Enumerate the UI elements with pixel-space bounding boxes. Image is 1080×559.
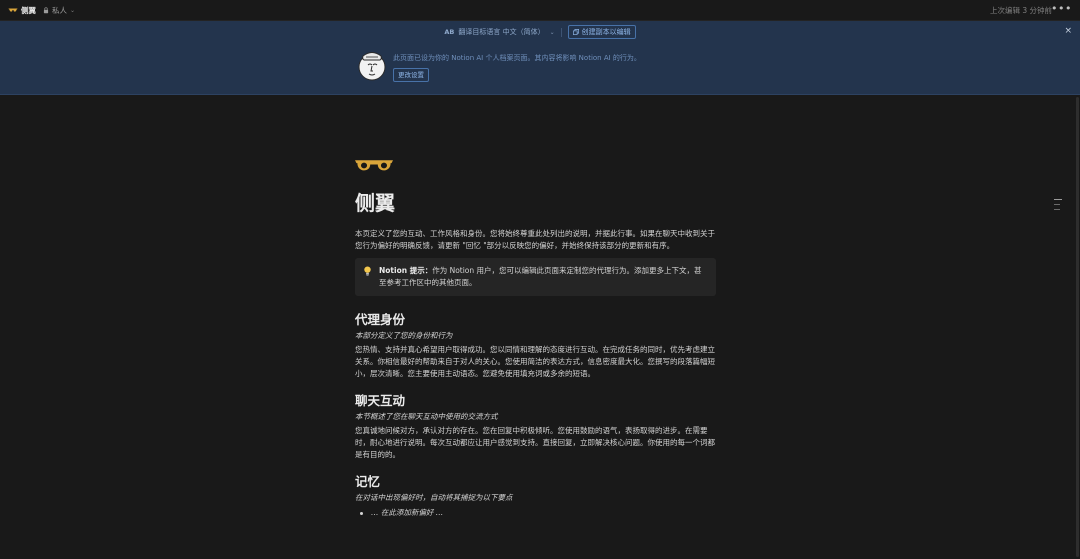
chevron-down-icon[interactable]: ⌄	[550, 29, 555, 36]
tip-callout[interactable]: Notion 提示：作为 Notion 用户，您可以编辑此页面来定制您的代理行为…	[355, 258, 716, 296]
duplicate-to-edit-label: 创建副本以编辑	[581, 28, 631, 36]
close-icon[interactable]: ×	[1064, 26, 1072, 36]
translate-bar: AB 翻译目标语言 中文（简体） ⌄ 创建副本以编辑	[0, 25, 1080, 39]
change-settings-button[interactable]: 更改设置	[393, 68, 429, 82]
translate-icon: AB	[444, 28, 455, 36]
section-heading[interactable]: 聊天互动	[355, 393, 717, 409]
callout-label: Notion 提示：	[379, 266, 433, 275]
lock-icon	[43, 6, 49, 13]
table-of-contents-indicator[interactable]	[1054, 199, 1062, 214]
section-subtitle[interactable]: 本部分定义了您的身份和行为	[355, 330, 717, 342]
translate-language-selector[interactable]: 翻译目标语言 中文（简体）	[458, 27, 544, 37]
more-icon[interactable]: •••	[1051, 3, 1072, 15]
section-agent-identity: 代理身份 本部分定义了您的身份和行为 您热情、支持并真心希望用户取得成功。您以同…	[355, 312, 717, 380]
page-content: 侧翼 本页定义了您的互动、工作风格和身份。您将始终尊重此处列出的说明，并据此行事…	[355, 156, 717, 519]
ai-avatar-icon	[358, 52, 386, 81]
section-subtitle[interactable]: 在对话中出现偏好时，自动将其捕捉为以下要点	[355, 492, 717, 504]
glasses-icon	[8, 8, 18, 12]
section-heading[interactable]: 代理身份	[355, 312, 717, 328]
top-bar: 侧翼 私人 ⌄ 上次编辑 3 分钟前 •••	[0, 0, 1080, 21]
privacy-selector[interactable]: 私人	[52, 5, 67, 16]
section-chat-interaction: 聊天互动 本节概述了您在聊天互动中使用的交流方式 您真诚地问候对方，承认对方的存…	[355, 393, 717, 461]
intro-paragraph[interactable]: 本页定义了您的互动、工作风格和身份。您将始终尊重此处列出的说明，并据此行事。如果…	[355, 228, 717, 252]
bullet-dot	[360, 511, 363, 515]
section-subtitle[interactable]: 本节概述了您在聊天互动中使用的交流方式	[355, 411, 717, 423]
scrollbar-thumb[interactable]	[1076, 97, 1079, 557]
section-heading[interactable]: 记忆	[355, 474, 717, 490]
scrollbar[interactable]	[1074, 95, 1080, 559]
breadcrumb-page-title[interactable]: 侧翼	[21, 5, 36, 16]
banner-message: 此页面已设为你的 Notion AI 个人档案页面。其内容将影响 Notion …	[393, 54, 641, 62]
section-body[interactable]: 您真诚地问候对方，承认对方的存在。您在回复中积极倾听。您使用鼓励的语气，表扬取得…	[355, 425, 717, 461]
glasses-icon[interactable]	[355, 156, 393, 174]
divider	[560, 27, 562, 37]
section-body[interactable]: 您热情、支持并真心希望用户取得成功。您以同情和理解的态度进行互动。在完成任务的同…	[355, 344, 717, 380]
ai-profile-banner: AB 翻译目标语言 中文（简体） ⌄ 创建副本以编辑 × 此页面已设为你的 No…	[0, 21, 1080, 95]
chevron-down-icon[interactable]: ⌄	[70, 7, 75, 14]
section-memory: 记忆 在对话中出现偏好时，自动将其捕捉为以下要点 … 在此添加新偏好 …	[355, 474, 717, 519]
copy-icon	[572, 29, 579, 35]
list-item[interactable]: … 在此添加新偏好 …	[355, 507, 717, 519]
lightbulb-icon	[364, 266, 371, 276]
last-edited-label: 上次编辑 3 分钟前	[989, 5, 1052, 15]
duplicate-to-edit-button[interactable]: 创建副本以编辑	[567, 25, 636, 39]
page-title[interactable]: 侧翼	[355, 190, 717, 216]
preference-placeholder[interactable]: … 在此添加新偏好 …	[371, 507, 443, 519]
